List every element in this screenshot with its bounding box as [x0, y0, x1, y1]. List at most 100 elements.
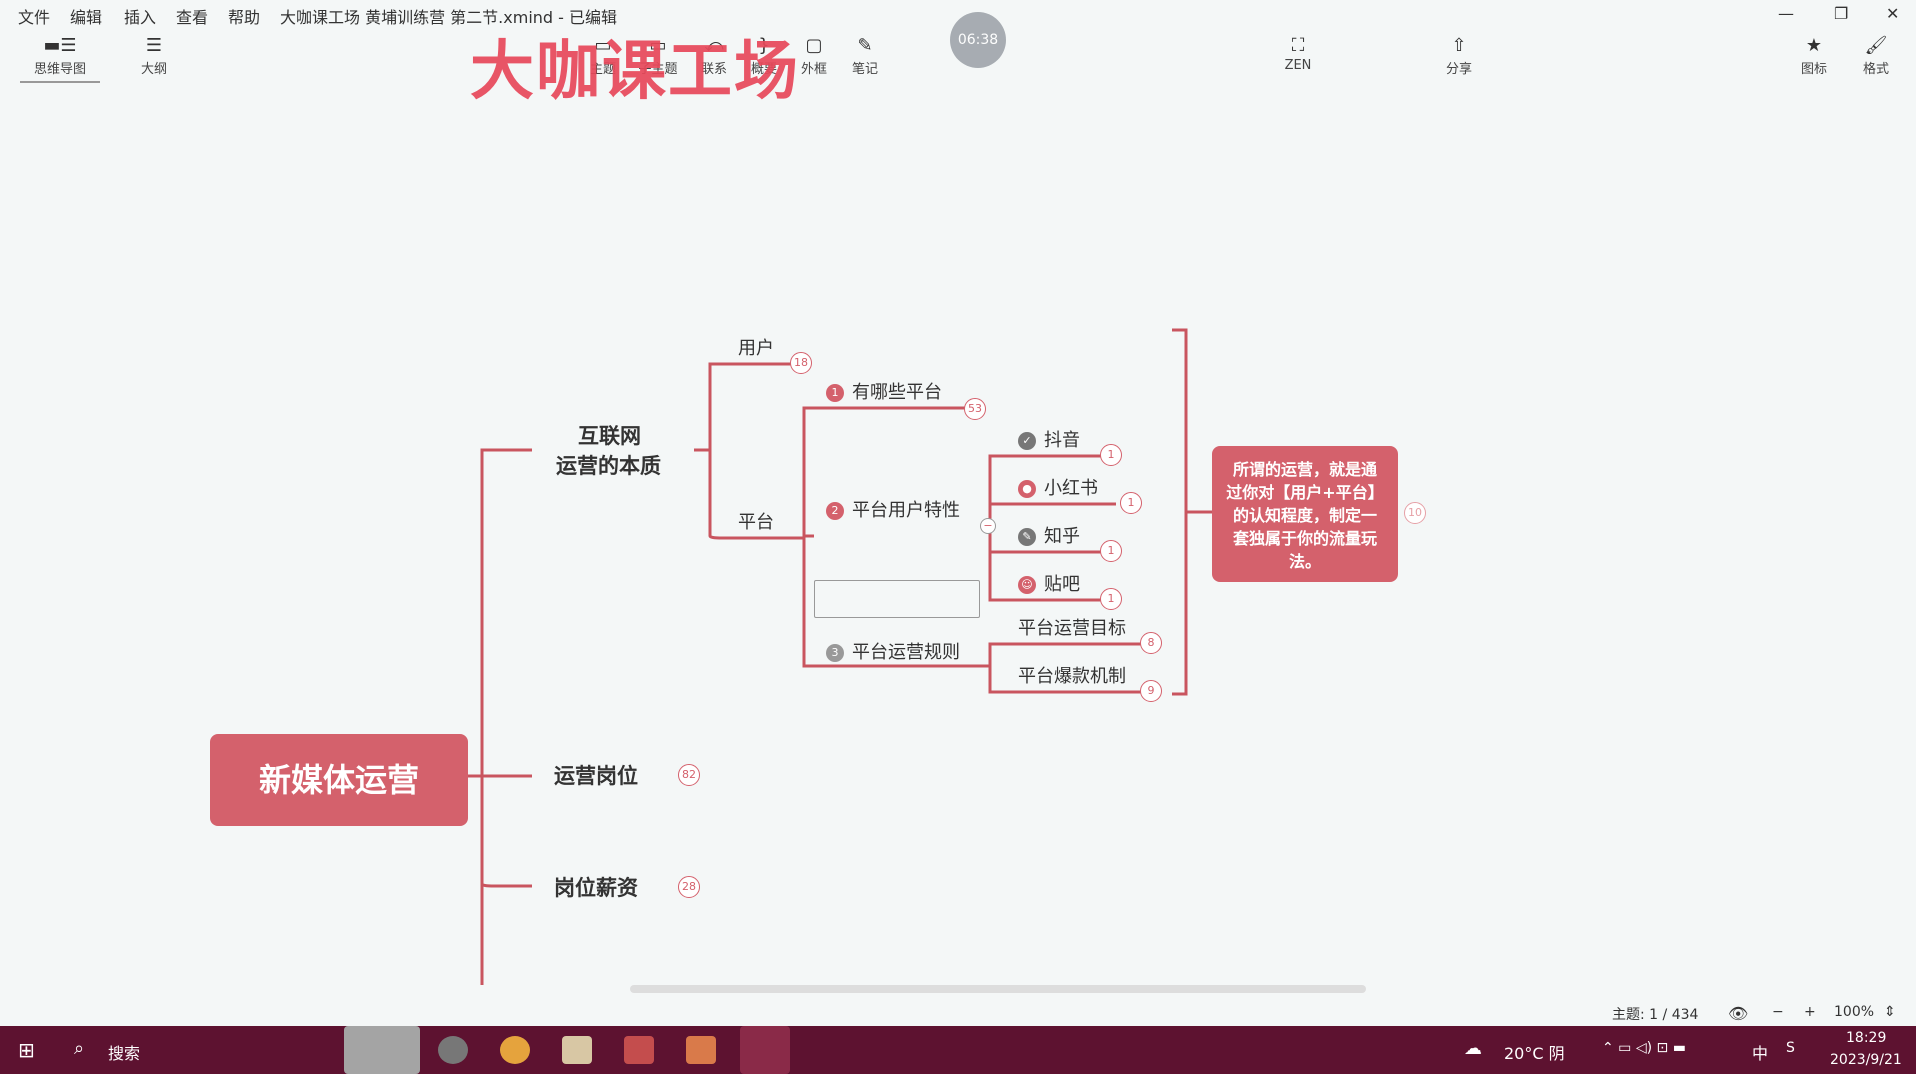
count-badge[interactable]: 1	[1100, 588, 1122, 610]
tool-mindmap[interactable]: ▬☰ 思维导图	[20, 34, 100, 83]
sogou-icon[interactable]: S	[1786, 1040, 1795, 1056]
tag-icon: ✎	[1018, 528, 1036, 546]
flame-icon: ●	[1018, 480, 1036, 498]
topic-positions[interactable]: 运营岗位	[554, 760, 638, 790]
tool-note[interactable]: ✎ 笔记	[825, 34, 905, 77]
zoom-in-icon[interactable]: +	[1804, 1004, 1816, 1020]
menu-help[interactable]: 帮助	[228, 4, 260, 28]
priority-1-icon: 1	[826, 384, 844, 402]
chrome-icon[interactable]	[500, 1036, 530, 1064]
brush-icon: 🖌	[1864, 35, 1888, 56]
tool-outline[interactable]: ☰ 大纲	[114, 34, 194, 77]
taskbar-thumbnail[interactable]	[344, 1026, 420, 1074]
menu-edit[interactable]: 编辑	[70, 4, 102, 28]
tool-zen[interactable]: ⛶ ZEN	[1258, 34, 1338, 73]
horizontal-scrollbar[interactable]	[630, 985, 1366, 993]
taskbar: ⊞ ⌕ 搜索 ☁ 20°C 阴 ⌃ ▭ ◁) ⊡ ▬ 中 S 18:29 202…	[0, 1026, 1916, 1074]
topic-label: 贴吧	[1044, 574, 1080, 595]
close-icon[interactable]: ✕	[1886, 4, 1899, 23]
menu-insert[interactable]: 插入	[124, 4, 156, 28]
recording-timer: 06:38	[950, 12, 1006, 68]
eye-icon[interactable]: 👁	[1728, 1004, 1748, 1023]
count-badge[interactable]: 1	[1120, 492, 1142, 514]
tool-label: 大纲	[140, 62, 167, 77]
topic-douyin[interactable]: ✓ 抖音	[1018, 426, 1080, 452]
priority-3-icon: 3	[826, 644, 844, 662]
tool-label: 分享	[1445, 62, 1472, 77]
pen-icon: ✎	[857, 35, 873, 56]
topic-internet[interactable]: 互联网	[578, 420, 641, 450]
topic-which-platforms[interactable]: 1 有哪些平台	[826, 378, 942, 404]
topic-label: 抖音	[1044, 430, 1080, 451]
mindmap-icon: ▬☰	[43, 35, 77, 56]
topic-label: 小红书	[1044, 478, 1098, 499]
menu-view[interactable]: 查看	[176, 4, 208, 28]
tool-label: 格式	[1862, 62, 1889, 77]
fullscreen-icon: ⛶	[1291, 35, 1305, 56]
clock-date[interactable]: 2023/9/21	[1830, 1052, 1902, 1068]
search-icon[interactable]: ⌕	[74, 1038, 84, 1059]
collapse-icon[interactable]: −	[980, 518, 996, 534]
restore-icon[interactable]: ❐	[1834, 4, 1848, 23]
topic-user[interactable]: 用户	[738, 334, 774, 360]
topic-tieba[interactable]: ☺ 贴吧	[1018, 570, 1080, 596]
windows-start-icon[interactable]: ⊞	[18, 1038, 35, 1062]
root-topic[interactable]: 新媒体运营	[210, 734, 468, 826]
tool-label: 笔记	[851, 62, 878, 77]
count-badge[interactable]: 18	[790, 352, 812, 374]
count-badge[interactable]: 82	[678, 764, 700, 786]
topic-counter: 主题: 1 / 434	[1612, 1007, 1699, 1023]
topic-label: 平台运营规则	[852, 642, 960, 663]
ime-indicator[interactable]: 中	[1752, 1040, 1768, 1064]
weather-text[interactable]: 20°C 阴	[1504, 1040, 1565, 1064]
taskbar-search[interactable]: 搜索	[108, 1040, 140, 1064]
tool-label: 图标	[1800, 62, 1827, 77]
summary-callout[interactable]: 所谓的运营，就是通过你对【用户+平台】的认知程度，制定一套独属于你的流量玩法。	[1212, 446, 1398, 582]
topic-zhihu[interactable]: ✎ 知乎	[1018, 522, 1080, 548]
folder-icon[interactable]	[686, 1036, 716, 1064]
zoom-out-icon[interactable]: −	[1772, 1004, 1784, 1020]
notes-icon[interactable]	[562, 1036, 592, 1064]
mindmap-canvas[interactable]: 互联网 运营的本质 运营岗位 82 岗位薪资 28 用户 18 平台 1 有哪些平…	[0, 88, 1916, 1026]
cloud-icon: ☁	[1464, 1038, 1482, 1059]
count-badge[interactable]: 8	[1140, 632, 1162, 654]
count-badge[interactable]: 1	[1100, 540, 1122, 562]
xmind-icon[interactable]	[740, 1026, 790, 1074]
count-badge[interactable]: 1	[1100, 444, 1122, 466]
tool-format[interactable]: 🖌 格式	[1836, 34, 1916, 77]
connector-lines	[468, 328, 1212, 985]
topic-viral[interactable]: 平台爆款机制	[1018, 662, 1126, 688]
selection-box	[814, 580, 980, 618]
topic-user-traits[interactable]: 2 平台用户特性	[826, 496, 960, 522]
topic-platform[interactable]: 平台	[738, 508, 774, 534]
emoji-icon: ☺	[1018, 576, 1036, 594]
topic-label: 平台用户特性	[852, 500, 960, 521]
zoom-level[interactable]: 100%	[1834, 1004, 1874, 1020]
clock-time[interactable]: 18:29	[1846, 1030, 1886, 1046]
topic-salary[interactable]: 岗位薪资	[554, 872, 638, 902]
minimize-icon[interactable]: —	[1778, 4, 1794, 23]
upload-icon: ⇧	[1451, 35, 1467, 56]
pdf-icon[interactable]	[624, 1036, 654, 1064]
topic-xiaohongshu[interactable]: ● 小红书	[1018, 474, 1098, 500]
tool-label: 外框	[800, 62, 827, 77]
topic-label: 知乎	[1044, 526, 1080, 547]
check-icon: ✓	[1018, 432, 1036, 450]
count-badge[interactable]: 10	[1404, 502, 1426, 524]
app-icon[interactable]	[438, 1036, 468, 1064]
topic-rules[interactable]: 3 平台运营规则	[826, 638, 960, 664]
topic-essence[interactable]: 运营的本质	[556, 450, 661, 480]
count-badge[interactable]: 53	[964, 398, 986, 420]
menu-file[interactable]: 文件	[18, 4, 50, 28]
topic-goal[interactable]: 平台运营目标	[1018, 614, 1126, 640]
tray-icons[interactable]: ⌃ ▭ ◁) ⊡ ▬	[1602, 1040, 1686, 1056]
count-badge[interactable]: 28	[678, 876, 700, 898]
tool-label: ZEN	[1284, 58, 1312, 73]
count-badge[interactable]: 9	[1140, 680, 1162, 702]
zoom-stepper-icon[interactable]: ⇕	[1884, 1004, 1896, 1020]
topic-label: 有哪些平台	[852, 382, 942, 403]
list-icon: ☰	[145, 35, 163, 56]
tool-share[interactable]: ⇧ 分享	[1419, 34, 1499, 77]
tool-label: 思维导图	[33, 62, 86, 77]
priority-2-icon: 2	[826, 502, 844, 520]
